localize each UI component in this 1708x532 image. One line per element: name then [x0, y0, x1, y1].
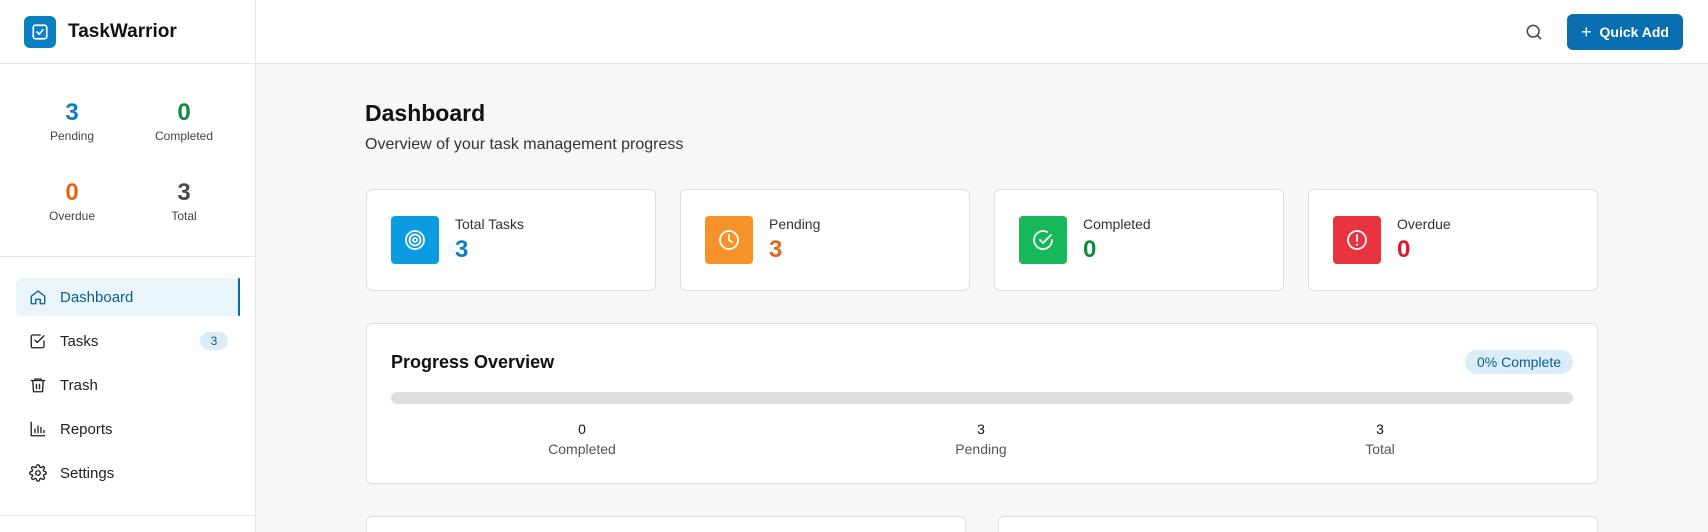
page-subtitle: Overview of your task management progres…: [365, 136, 684, 153]
trash-icon: [28, 375, 48, 395]
stat-pending-label: Pending: [49, 129, 95, 143]
sidebar-item-settings[interactable]: Settings: [16, 454, 240, 492]
bar-chart-icon: [28, 419, 48, 439]
progress-stat-completed: 0 Completed: [512, 421, 652, 457]
card-value: 3: [769, 236, 783, 263]
progress-stat-value: 3: [1376, 421, 1384, 437]
sidebar-item-reports[interactable]: Reports: [16, 410, 240, 448]
sidebar-item-label: Reports: [60, 420, 113, 438]
progress-overview-panel: Progress Overview 0% Complete 0 Complete…: [366, 323, 1598, 484]
sidebar-item-dashboard[interactable]: Dashboard: [16, 278, 240, 316]
progress-bar: [391, 392, 1573, 404]
quick-add-label: Quick Add: [1599, 24, 1670, 40]
progress-stat-label: Completed: [548, 441, 616, 457]
stat-total-label: Total: [171, 209, 197, 223]
clock-icon: [705, 216, 753, 264]
sidebar-item-trash[interactable]: Trash: [16, 366, 240, 404]
sidebar-item-label: Settings: [60, 464, 115, 482]
card-value: 0: [1397, 236, 1411, 263]
stat-overdue-value: 0: [65, 179, 79, 206]
plus-icon: +: [1580, 22, 1592, 42]
stat-overdue: 0 Overdue: [17, 179, 127, 224]
stat-pending: 3 Pending: [17, 99, 127, 144]
card-label: Completed: [1083, 216, 1151, 232]
sidebar-item-tasks[interactable]: Tasks 3: [16, 322, 240, 360]
stat-total-value: 3: [177, 179, 191, 206]
progress-stat-label: Total: [1365, 441, 1395, 457]
app-title: TaskWarrior: [68, 20, 177, 42]
card-value: 0: [1083, 236, 1097, 263]
stat-card-pending: Pending 3: [680, 189, 970, 291]
tasks-count-badge: 3: [200, 332, 228, 350]
top-bar: + Quick Add: [256, 0, 1708, 64]
check-circle-icon: [1019, 216, 1067, 264]
stat-card-overdue: Overdue 0: [1308, 189, 1598, 291]
stat-completed-label: Completed: [154, 129, 214, 143]
completion-badge: 0% Complete: [1464, 350, 1573, 374]
stat-overdue-label: Overdue: [48, 209, 96, 223]
stat-completed-value: 0: [177, 99, 191, 126]
stat-pending-value: 3: [65, 99, 79, 126]
sidebar-item-label: Trash: [60, 376, 98, 394]
stat-card-total-tasks: Total Tasks 3: [366, 189, 656, 291]
alert-circle-icon: [1333, 216, 1381, 264]
progress-stat-total: 3 Total: [1310, 421, 1450, 457]
progress-stat-pending: 3 Pending: [911, 421, 1051, 457]
progress-title: Progress Overview: [391, 352, 555, 372]
sidebar-stats: 3 Pending 0 Completed 0 Overdue 3 Total: [0, 64, 255, 257]
sidebar-nav: Dashboard Tasks 3 Trash Reports Settings: [0, 257, 255, 492]
search-icon[interactable]: [1522, 20, 1546, 44]
stat-completed: 0 Completed: [129, 99, 239, 144]
home-icon: [28, 287, 48, 307]
progress-stat-value: 3: [977, 421, 985, 437]
checkbox-logo-icon: [24, 15, 56, 48]
page-title: Dashboard: [365, 100, 486, 126]
stat-card-completed: Completed 0: [994, 189, 1284, 291]
sidebar-item-label: Dashboard: [60, 288, 134, 306]
quick-add-button[interactable]: + Quick Add: [1567, 14, 1683, 50]
brand-header[interactable]: TaskWarrior: [0, 0, 255, 64]
target-icon: [391, 216, 439, 264]
sidebar-item-label: Tasks: [60, 332, 99, 350]
card-label: Total Tasks: [455, 216, 524, 232]
progress-stat-label: Pending: [955, 441, 1007, 457]
card-value: 3: [455, 236, 469, 263]
sidebar-footer-divider: [0, 515, 255, 516]
sidebar: TaskWarrior 3 Pending 0 Completed 0 Over…: [0, 0, 256, 532]
card-label: Overdue: [1397, 216, 1451, 232]
lower-card-left: [366, 516, 966, 532]
checkbox-icon: [28, 331, 48, 351]
stat-total: 3 Total: [129, 179, 239, 224]
progress-stat-value: 0: [578, 421, 586, 437]
gear-icon: [28, 463, 48, 483]
lower-card-right: [998, 516, 1598, 532]
card-label: Pending: [769, 216, 821, 232]
